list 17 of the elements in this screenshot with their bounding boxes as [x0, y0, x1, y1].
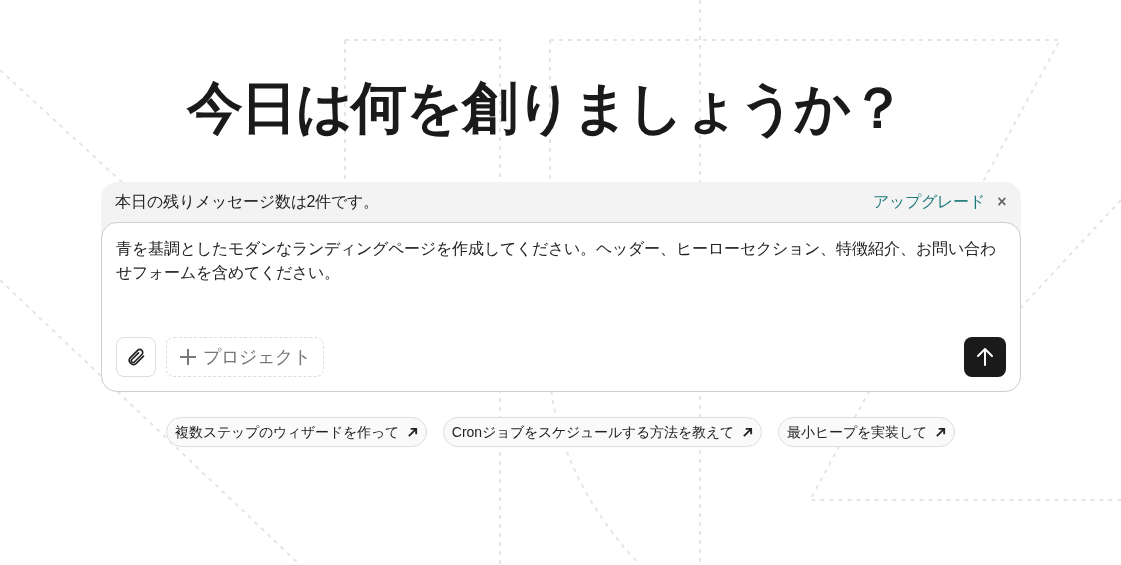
send-button[interactable]	[963, 337, 1006, 377]
prompt-field[interactable]: 青を基調としたモダンなランディングページを作成してください。ヘッダー、ヒーローセクション、特徴紹介、お問い合わせフォームを含めてください。	[115, 237, 1006, 285]
upgrade-link[interactable]: アップグレード	[873, 190, 986, 214]
project-button[interactable]: プロジェクト	[165, 337, 324, 377]
suggestion-chip[interactable]: 複数ステップのウィザードを作って	[165, 417, 427, 447]
notice-text: 本日の残りメッセージ数は2件です。	[114, 192, 380, 212]
suggestion-chip[interactable]: 最小ヒープを実装して	[778, 417, 956, 447]
suggestion-chip[interactable]: Cronジョブをスケジュールする方法を教えて	[442, 417, 763, 447]
page-heading: 今日は何を創りましょうか？	[186, 75, 905, 141]
arrow-up-right-icon	[935, 426, 947, 438]
attach-button[interactable]	[115, 337, 156, 377]
arrow-up-right-icon	[406, 426, 418, 438]
arrow-up-right-icon	[742, 426, 754, 438]
close-button[interactable]: ×	[997, 190, 1007, 214]
arrow-up-icon	[974, 347, 995, 367]
paperclip-icon	[125, 347, 146, 367]
plus-icon	[178, 348, 197, 366]
